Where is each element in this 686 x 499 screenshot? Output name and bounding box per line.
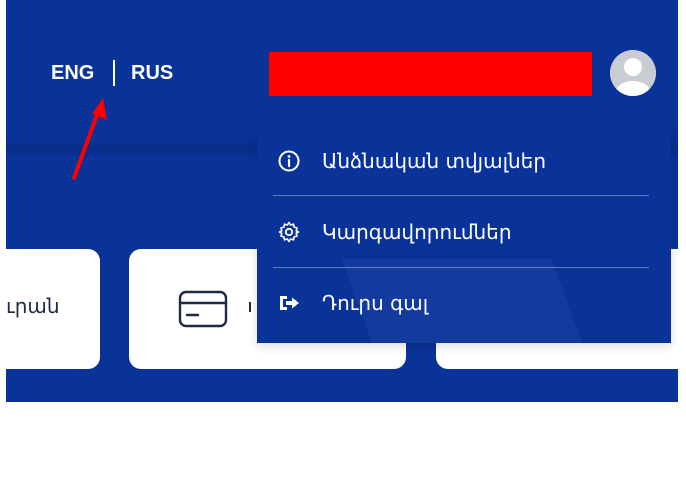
menu-item-label: Դուրս գալ xyxy=(322,291,429,315)
card-1-label: ւրան xyxy=(6,294,60,318)
lang-separator xyxy=(113,60,115,86)
lang-rus-button[interactable]: RUS xyxy=(131,60,173,86)
user-avatar-icon xyxy=(610,50,656,96)
avatar-button[interactable] xyxy=(610,50,656,96)
menu-divider xyxy=(273,195,649,196)
app-frame: ENG RUS ւրան Անձնական տվյալներ Կարգավորո… xyxy=(0,0,686,499)
credit-card-icon xyxy=(178,290,228,328)
menu-item-label: Կարգավորումներ xyxy=(322,220,512,244)
left-border xyxy=(0,0,6,499)
lang-eng-button[interactable]: ENG xyxy=(51,60,94,86)
logout-icon xyxy=(280,296,299,310)
info-icon xyxy=(278,150,300,172)
menu-item-label: Անձնական տվյալներ xyxy=(322,149,547,173)
menu-item-logout[interactable]: Դուրս գալ xyxy=(257,268,671,338)
annotation-arrow-icon xyxy=(72,98,107,180)
menu-item-settings[interactable]: Կարգավորումներ xyxy=(257,197,671,267)
menu-item-personal-data[interactable]: Անձնական տվյալներ xyxy=(257,126,671,196)
user-menu-dropdown: Անձնական տվյալներ Կարգավորումներ Դուրս գ… xyxy=(257,119,671,343)
gear-icon xyxy=(278,221,300,243)
right-border xyxy=(678,0,686,499)
redacted-username xyxy=(269,52,592,96)
